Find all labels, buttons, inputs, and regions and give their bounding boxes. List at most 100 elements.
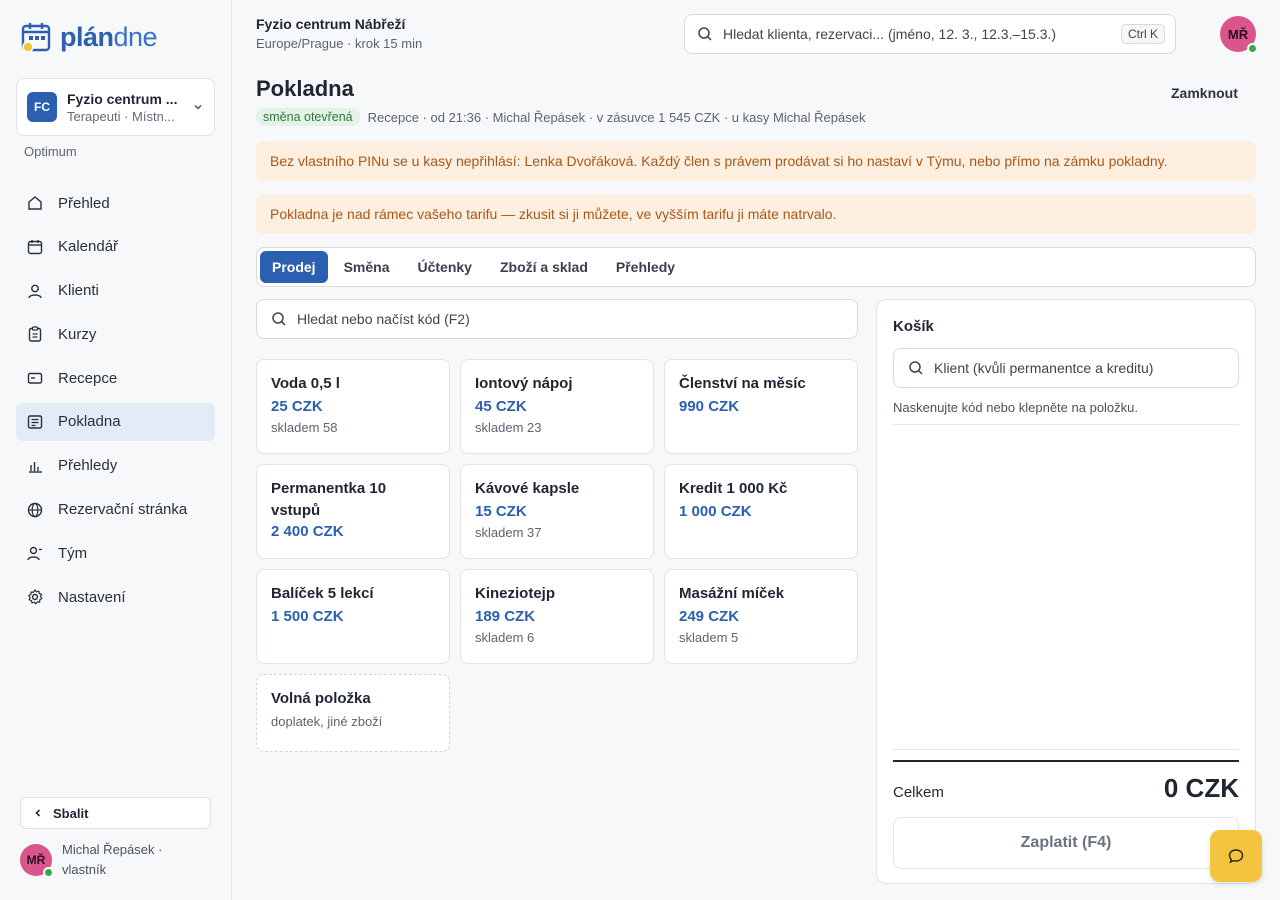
current-user[interactable]: MŘ Michal Řepásek · vlastník [20,840,162,880]
cart-title: Košík [893,318,934,335]
total-value: 0 CZK [1163,773,1239,803]
register-tabs: Prodej Směna Účtenky Zboží a sklad Přehl… [256,247,1256,287]
org-info: Fyzio centrum Nábřeží Europe/Prague · kr… [256,16,422,51]
product-card[interactable]: Voda 0,5 l 25 CZK skladem 58 [256,359,450,454]
tariff-warning-alert: Pokladna je nad rámec vašeho tarifu — zk… [256,194,1256,234]
tab-uctenky[interactable]: Účtenky [406,251,484,283]
product-stock: skladem 5 [679,630,739,645]
sidebar-item-prehled[interactable]: Přehled [16,184,215,222]
plan-label: Optimum [24,144,77,159]
product-name: Členství na měsíc [679,375,806,392]
user-icon [28,284,42,298]
tab-smena[interactable]: Směna [332,251,402,283]
avatar-initials: MŘ [1227,26,1249,42]
free-item-card[interactable]: Volná položka doplatek, jiné zboží [256,674,450,752]
product-card[interactable]: Permanentka 10 vstupů 2 400 CZK [256,464,450,559]
sidebar-item-nastaveni[interactable]: Nastavení [16,578,215,616]
bar-chart-icon [29,461,42,473]
sidebar-item-label: Nastavení [58,588,126,606]
search-placeholder: Hledat klienta, rezervaci... (jméno, 12.… [723,26,1057,42]
product-name: Masážní míček [679,585,785,602]
sidebar-item-tym[interactable]: Tým [16,534,215,572]
sidebar-item-kurzy[interactable]: Kurzy [16,315,215,353]
sidebar-item-pokladna[interactable]: Pokladna [16,402,215,441]
sidebar-nav: Přehled Kalendář Klienti Kurzy Recepce P… [16,184,215,622]
team-icon [27,547,42,561]
search-icon [698,27,712,41]
cart-panel: Košík Klient (kvůli permanentce a kredit… [876,299,1256,884]
product-search-input[interactable]: Hledat nebo načíst kód (F2) [256,299,858,339]
product-price: 1 000 CZK [679,503,752,520]
global-search-input[interactable]: Hledat klienta, rezervaci... (jméno, 12.… [684,14,1176,54]
app-logo[interactable]: plándne [20,20,158,54]
product-card[interactable]: Balíček 5 lekcí 1 500 CZK [256,569,450,664]
sidebar-item-label: Recepce [58,369,118,387]
cart-empty-hint: Naskenujte kód nebo klepněte na položku. [893,400,1139,415]
product-price: 15 CZK [475,503,527,520]
workspace-badge: FC [27,92,57,122]
calendar-logo-icon [21,23,51,53]
user-role: vlastník [62,862,107,877]
avatar: MŘ [20,844,54,878]
sidebar-item-label: Rezervační stránka [58,501,188,519]
lock-register-button[interactable]: Zamknout [1171,85,1238,101]
product-search-placeholder: Hledat nebo načíst kód (F2) [297,311,470,327]
client-search-input[interactable]: Klient (kvůli permanentce a kreditu) [893,348,1239,388]
calendar-icon [27,239,43,254]
sidebar-item-label: Kurzy [58,325,97,343]
product-card[interactable]: Masážní míček 249 CZK skladem 5 [664,569,858,664]
product-price: 1 500 CZK [271,608,344,625]
status-badge: směna otevřená [256,108,360,126]
sidebar-item-label: Klienti [58,282,99,300]
sidebar-item-label: Kalendář [58,238,119,256]
sidebar-item-label: Pokladna [58,413,121,431]
sidebar-item-kalendar[interactable]: Kalendář [16,228,215,266]
logo-text-bold: plán [60,21,114,52]
product-name: Kineziotejp [475,585,556,602]
tab-zbozi-a-sklad[interactable]: Zboží a sklad [488,251,600,283]
product-card[interactable]: Kávové kapsle 15 CZK skladem 37 [460,464,654,559]
product-stock: skladem 23 [475,420,542,435]
sidebar-item-label: Přehledy [58,457,118,475]
search-icon [272,312,286,326]
shift-details: Recepce · od 21:36 · Michal Řepásek · v … [367,109,866,125]
product-card[interactable]: Kineziotejp 189 CZK skladem 6 [460,569,654,664]
logo-text-light: dne [113,21,158,52]
sidebar-item-klienti[interactable]: Klienti [16,272,215,310]
sidebar-item-recepce[interactable]: Recepce [16,359,215,397]
divider [893,424,1239,425]
pay-button[interactable]: Zaplatit (F4) [893,817,1239,869]
sidebar-item-prehledy[interactable]: Přehledy [16,447,215,485]
product-price: 25 CZK [271,398,323,415]
product-name: Voda 0,5 l [271,375,340,392]
avatar-initials: MŘ [26,853,46,867]
collapse-label: Sbalit [53,805,89,821]
online-status-dot [43,867,54,878]
tab-prehledy[interactable]: Přehledy [604,251,687,283]
product-name: Kredit 1 000 Kč [679,480,788,497]
product-card[interactable]: Členství na měsíc 990 CZK [664,359,858,454]
workspace-switcher[interactable]: FC Fyzio centrum ... Terapeuti · Místn..… [16,78,215,136]
chat-button[interactable] [1210,830,1262,882]
sidebar-item-rezervacni-stranka[interactable]: Rezervační stránka [16,491,215,529]
home-icon [28,196,42,210]
org-subtitle: Europe/Prague · krok 15 min [256,36,423,51]
user-menu-avatar[interactable]: MŘ [1220,16,1258,54]
collapse-sidebar-button[interactable]: Sbalit [20,797,211,829]
tab-prodej[interactable]: Prodej [260,251,328,283]
globe-icon [27,502,43,517]
product-card[interactable]: Kredit 1 000 Kč 1 000 CZK [664,464,858,559]
product-price: 249 CZK [679,608,740,625]
product-price: 2 400 CZK [271,523,344,540]
product-stock: skladem 37 [475,525,542,540]
avatar: MŘ [1220,16,1258,54]
search-shortcut: Ctrl K [1121,24,1165,44]
user-name: Michal Řepásek · [62,842,163,857]
total-label: Celkem [893,784,944,801]
free-item-subtitle: doplatek, jiné zboží [271,714,383,729]
product-card[interactable]: Iontový nápoj 45 CZK skladem 23 [460,359,654,454]
product-name: Permanentka 10 vstupů [271,480,387,519]
workspace-subtitle: Terapeuti · Místn... [67,108,175,124]
product-price: 990 CZK [679,398,740,415]
free-item-name: Volná položka [271,690,371,707]
